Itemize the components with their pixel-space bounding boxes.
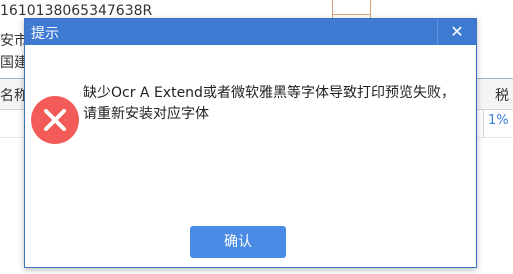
error-icon [31,96,79,144]
alert-dialog: 提示 ✕ 缺少Ocr A Extend或者微软雅黑等字体导致打印预览失败，请重新… [24,18,477,268]
dialog-titlebar: 提示 ✕ [25,19,476,45]
error-message: 缺少Ocr A Extend或者微软雅黑等字体导致打印预览失败，请重新安装对应字… [83,85,455,122]
divider [332,14,370,15]
tax-rate-cell[interactable]: 1% [488,113,509,128]
tax-id-text: 1610138065347638R [0,3,153,19]
divider [483,109,484,137]
dialog-title: 提示 [31,26,59,42]
close-button[interactable]: ✕ [437,19,476,45]
confirm-button[interactable]: 确认 [190,226,286,258]
column-header-tax: 税 [495,88,509,104]
